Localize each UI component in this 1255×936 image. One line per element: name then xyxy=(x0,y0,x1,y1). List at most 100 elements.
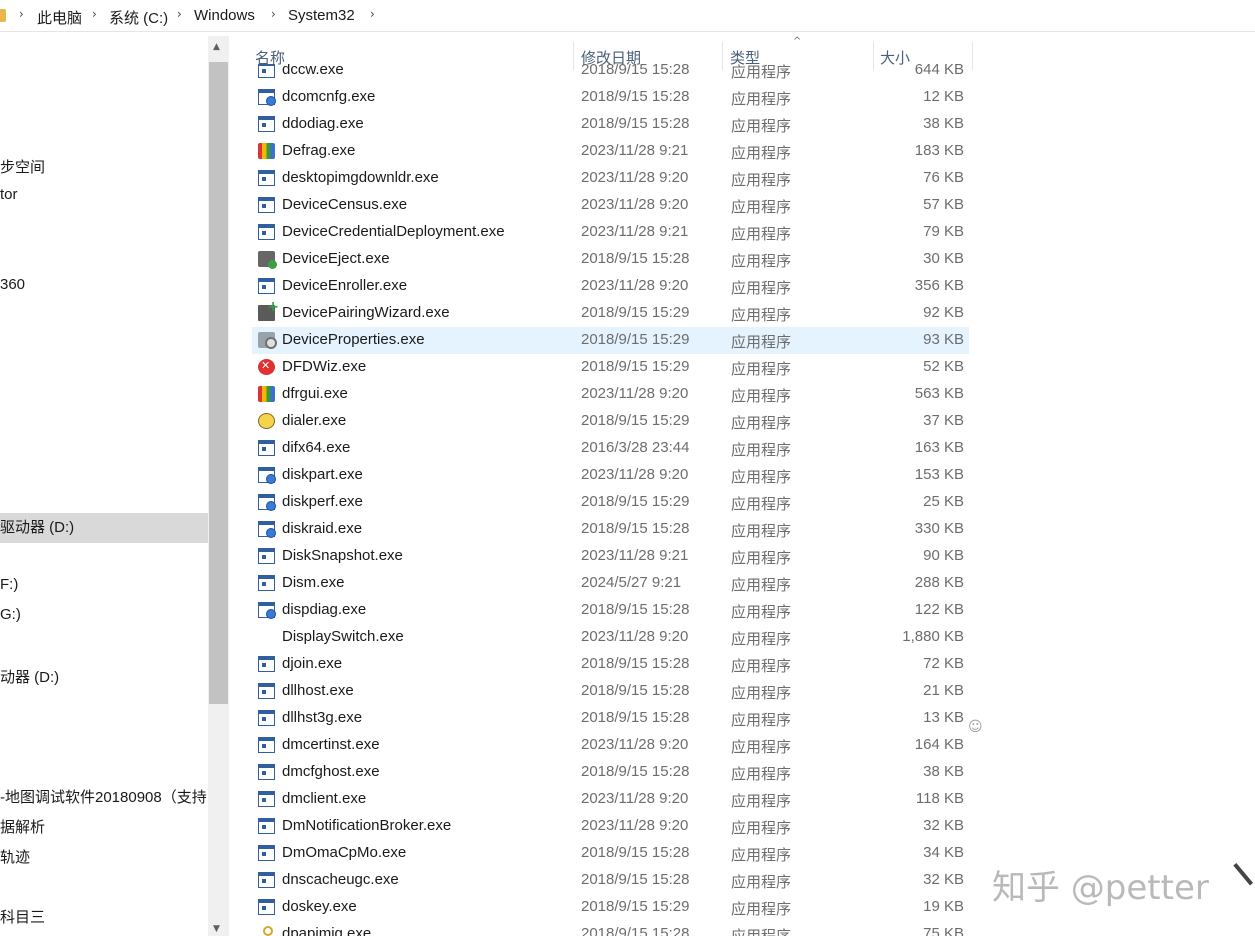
file-row[interactable]: Dism.exe 2024/5/27 9:21 应用程序 288 KB xyxy=(252,570,969,597)
file-row[interactable]: doskey.exe 2018/9/15 15:29 应用程序 19 KB xyxy=(252,894,969,921)
file-row[interactable]: dllhost.exe 2018/9/15 15:28 应用程序 21 KB xyxy=(252,678,969,705)
file-modified-date: 2023/11/28 9:20 xyxy=(581,169,689,186)
column-header-name-label: 名称 xyxy=(255,50,286,67)
error-icon xyxy=(258,359,275,375)
file-type: 应用程序 xyxy=(731,523,792,540)
file-size: 75 KB xyxy=(923,925,964,936)
file-row[interactable]: dllhst3g.exe 2018/9/15 15:28 应用程序 13 KB xyxy=(252,705,969,732)
app-window-icon xyxy=(258,197,275,213)
app-window-icon xyxy=(258,737,275,753)
file-row[interactable]: dialer.exe 2018/9/15 15:29 应用程序 37 KB xyxy=(252,408,969,435)
file-modified-date: 2023/11/28 9:20 xyxy=(581,385,689,402)
file-row[interactable]: difx64.exe 2016/3/28 23:44 应用程序 163 KB xyxy=(252,435,969,462)
file-modified-date: 2023/11/28 9:21 xyxy=(581,547,689,564)
file-type: 应用程序 xyxy=(731,361,792,378)
file-type: 应用程序 xyxy=(731,739,792,756)
file-name: djoin.exe xyxy=(282,655,343,672)
file-row[interactable]: dispdiag.exe 2018/9/15 15:28 应用程序 122 KB xyxy=(252,597,969,624)
file-size: 30 KB xyxy=(923,250,964,267)
file-modified-date: 2018/9/15 15:29 xyxy=(581,898,690,915)
file-modified-date: 2023/11/28 9:20 xyxy=(581,790,689,807)
column-header-name[interactable]: 名称 xyxy=(249,42,573,70)
file-size: 12 KB xyxy=(923,88,964,105)
file-name: desktopimgdownldr.exe xyxy=(282,169,439,186)
file-name: DiskSnapshot.exe xyxy=(282,547,403,564)
file-size: 118 KB xyxy=(915,790,964,807)
file-type: 应用程序 xyxy=(731,874,792,891)
file-row[interactable]: DmOmaCpMo.exe 2018/9/15 15:28 应用程序 34 KB xyxy=(252,840,969,867)
file-row[interactable]: dmclient.exe 2023/11/28 9:20 应用程序 118 KB xyxy=(252,786,969,813)
file-name: dispdiag.exe xyxy=(282,601,367,618)
file-row[interactable]: diskraid.exe 2018/9/15 15:28 应用程序 330 KB xyxy=(252,516,969,543)
file-name: DeviceCensus.exe xyxy=(282,196,408,213)
file-row[interactable]: DmNotificationBroker.exe 2023/11/28 9:20 应… xyxy=(252,813,969,840)
file-row[interactable]: DeviceEject.exe 2018/9/15 15:28 应用程序 30 KB xyxy=(252,246,969,273)
column-header-size[interactable]: 大小 xyxy=(874,42,972,70)
file-size: 79 KB xyxy=(923,223,964,240)
file-name: dmclient.exe xyxy=(282,790,367,807)
app-window-icon xyxy=(258,116,275,132)
file-size: 52 KB xyxy=(923,358,964,375)
file-row[interactable]: DFDWiz.exe 2018/9/15 15:29 应用程序 52 KB xyxy=(252,354,969,381)
file-row[interactable]: djoin.exe 2018/9/15 15:28 应用程序 72 KB xyxy=(252,651,969,678)
file-row[interactable]: ddodiag.exe 2018/9/15 15:28 应用程序 38 KB xyxy=(252,111,969,138)
file-row[interactable]: DeviceCensus.exe 2023/11/28 9:20 应用程序 57 KB xyxy=(252,192,969,219)
file-size: 330 KB xyxy=(914,520,964,537)
config-icon xyxy=(258,521,276,538)
file-name: dialer.exe xyxy=(282,412,347,429)
file-row[interactable]: DeviceEnroller.exe 2023/11/28 9:20 应用程序 356… xyxy=(252,273,969,300)
file-size: 72 KB xyxy=(923,655,964,672)
file-name: DmOmaCpMo.exe xyxy=(282,844,407,861)
file-size: 76 KB xyxy=(923,169,964,186)
file-name: difx64.exe xyxy=(282,439,351,456)
file-row[interactable]: DiskSnapshot.exe 2023/11/28 9:21 应用程序 90 KB xyxy=(252,543,969,570)
file-row[interactable]: dfrgui.exe 2023/11/28 9:20 应用程序 563 KB xyxy=(252,381,969,408)
app-window-icon xyxy=(258,683,275,699)
app-window-icon xyxy=(258,818,275,834)
file-row[interactable]: Defrag.exe 2023/11/28 9:21 应用程序 183 KB xyxy=(252,138,969,165)
file-row[interactable]: diskperf.exe 2018/9/15 15:29 应用程序 25 KB xyxy=(252,489,969,516)
file-size: 90 KB xyxy=(923,547,964,564)
file-type: 应用程序 xyxy=(731,631,792,648)
file-name: Dism.exe xyxy=(282,574,345,591)
file-size: 57 KB xyxy=(923,196,964,213)
file-modified-date: 2018/9/15 15:28 xyxy=(581,844,690,861)
file-type: 应用程序 xyxy=(731,766,792,783)
column-header-type[interactable]: 类型 xyxy=(723,42,873,70)
file-row[interactable]: diskpart.exe 2023/11/28 9:20 应用程序 153 KB xyxy=(252,462,969,489)
file-modified-date: 2018/9/15 15:28 xyxy=(581,115,690,132)
file-row[interactable]: DeviceProperties.exe 2018/9/15 15:29 应用程序 9… xyxy=(252,327,969,354)
file-row[interactable]: dnscacheugc.exe 2018/9/15 15:28 应用程序 32 KB xyxy=(252,867,969,894)
file-type: 应用程序 xyxy=(731,925,791,936)
app-window-icon xyxy=(258,278,275,294)
file-name: dllhst3g.exe xyxy=(282,709,363,726)
file-name: dcomcnfg.exe xyxy=(282,88,376,105)
file-row[interactable]: DevicePairingWizard.exe 2018/9/15 15:29 应用… xyxy=(252,299,969,327)
file-type: 应用程序 xyxy=(731,847,792,864)
file-modified-date: 2018/9/15 15:29 xyxy=(581,304,690,321)
column-divider[interactable] xyxy=(972,42,973,70)
dialer-icon xyxy=(258,413,275,429)
file-row[interactable]: dmcfghost.exe 2018/9/15 15:28 应用程序 38 KB xyxy=(252,759,969,786)
file-row[interactable]: dpapimig.exe 2018/9/15 15:28 应用程序 75 KB xyxy=(252,921,969,936)
file-row[interactable]: DeviceCredentialDeployment.exe 2023/11/28… xyxy=(252,219,969,246)
file-row[interactable]: dcomcnfg.exe 2018/9/15 15:28 应用程序 12 KB xyxy=(252,84,969,111)
file-row[interactable]: dmcertinst.exe 2023/11/28 9:20 应用程序 164 KB xyxy=(252,732,969,759)
file-size: 93 KB xyxy=(923,331,964,348)
file-type: 应用程序 xyxy=(731,577,792,594)
file-modified-date: 2018/9/15 15:29 xyxy=(581,493,690,510)
file-size: 164 KB xyxy=(914,736,964,753)
column-header-date[interactable]: 修改日期 xyxy=(574,42,722,70)
file-size: 19 KB xyxy=(923,898,964,915)
file-size: 356 KB xyxy=(914,277,964,294)
file-name: DisplaySwitch.exe xyxy=(282,628,404,645)
file-modified-date: 2023/11/28 9:21 xyxy=(581,142,689,159)
file-type: 应用程序 xyxy=(731,91,792,108)
file-type: 应用程序 xyxy=(731,793,792,810)
file-row[interactable]: desktopimgdownldr.exe 2023/11/28 9:20 应用程序… xyxy=(252,165,969,192)
blank-icon xyxy=(258,629,275,645)
file-type: 应用程序 xyxy=(731,550,792,567)
app-window-icon xyxy=(258,791,275,807)
file-row[interactable]: DisplaySwitch.exe 2023/11/28 9:20 应用程序 1,88… xyxy=(252,624,969,651)
column-header-type-label: 类型 xyxy=(730,50,761,67)
